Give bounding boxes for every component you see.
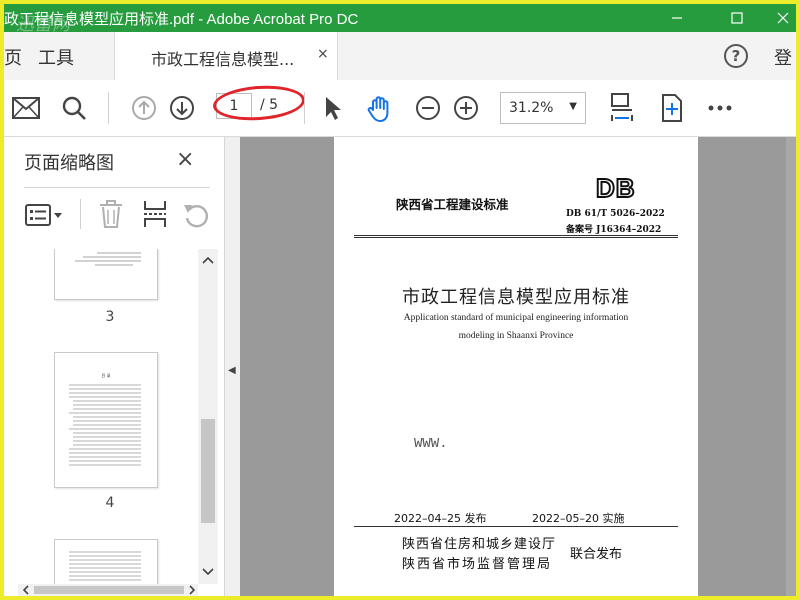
thumbnail-list: 3 目 录 4 [22,249,198,584]
issue-date: 2022–04–25 发布 [394,512,487,525]
trash-icon[interactable] [98,199,124,229]
divider [354,235,678,236]
tab-document[interactable]: 市政工程信息模型... × [114,32,338,80]
options-menu-icon[interactable] [24,201,64,229]
rotate-view-icon[interactable] [656,92,688,124]
thumbnail-hscrollbar[interactable] [18,584,198,596]
tab-close-icon[interactable]: × [317,46,329,62]
thumbnails-pane: 页面缩略图 × 3 目 录 4 [4,137,225,596]
implementation-date: 2022–05–20 实施 [532,512,625,525]
pane-toolbar [24,197,214,233]
login-button[interactable]: 登 [774,44,792,70]
mail-icon[interactable] [10,92,42,124]
next-page-icon[interactable] [166,92,198,124]
zoom-select[interactable]: 31.2% ▼ [500,92,586,124]
joint-release: 联合发布 [570,547,623,562]
toolbar: 1 / 5 31.2% ▼ [4,80,796,137]
scroll-right-icon[interactable] [186,584,198,596]
english-title-line-2: modeling in Shaanxi Province [458,331,574,341]
document-title: 市政工程信息模型应用标准 [402,287,630,308]
annotation-ellipse [211,82,307,124]
title-bar: 政工程信息模型应用标准.pdf - Adobe Acrobat Pro DC 迅… [4,4,796,34]
divider [354,237,678,238]
scroll-up-icon[interactable] [198,253,218,267]
issuer-1: 陕西省住房和城乡建设厅 [402,537,557,552]
tab-tools[interactable]: 工具 [38,44,74,70]
zoom-out-icon[interactable] [412,92,444,124]
chevron-down-icon: ▼ [569,101,577,112]
divider [24,187,210,188]
thumbnail-label: 4 [105,495,115,511]
db-logo: DB [595,172,636,204]
thumbnail-page[interactable] [54,539,158,584]
pane-title: 页面缩略图 [24,153,114,174]
select-arrow-icon[interactable] [316,92,348,124]
hscroll-thumb[interactable] [34,586,184,594]
watermark-www: WWW. [414,436,448,452]
insert-page-icon[interactable] [142,199,168,229]
collapse-pane-icon[interactable]: ◀ [228,365,236,376]
tab-home-partial[interactable]: 页 [4,44,22,70]
scroll-thumb[interactable] [201,419,215,523]
help-icon[interactable]: ? [724,44,748,68]
english-title-line-1: Application standard of municipal engine… [403,313,629,323]
prev-page-icon[interactable] [128,92,160,124]
zoom-in-icon[interactable] [450,92,482,124]
issuer-2: 陕西省市场监督管理局 [402,557,553,572]
thumbnail-label: 3 [105,309,115,325]
zoom-value: 31.2% [509,100,554,116]
standard-number: DB 61/T 5026–2022 [566,209,665,219]
tab-document-label: 市政工程信息模型... [151,50,295,69]
thumbnail-page[interactable] [54,249,158,300]
hand-icon[interactable] [364,92,396,124]
maximize-icon[interactable] [714,4,760,32]
more-icon[interactable] [704,92,736,124]
pane-close-icon[interactable]: × [176,147,194,172]
tab-bar: 页 工具 市政工程信息模型... × ? 登 [4,32,796,81]
thumbnail-scrollbar[interactable] [198,249,218,584]
minimize-icon[interactable] [654,4,700,32]
document-view[interactable]: 陕西省工程建设标准 DB DB 61/T 5026–2022 备案号 J1636… [240,137,796,596]
toolbar-separator [108,92,109,124]
toolbar-separator [304,92,305,124]
scroll-down-icon[interactable] [198,565,218,579]
pdf-page: 陕西省工程建设标准 DB DB 61/T 5026–2022 备案号 J1636… [334,137,698,596]
scroll-left-icon[interactable] [20,584,32,596]
toolbar-separator [80,199,81,229]
search-icon[interactable] [58,92,90,124]
fit-page-icon[interactable] [606,92,638,124]
pane-splitter[interactable]: ◀ [225,137,240,596]
document-scrollbar[interactable] [786,137,796,596]
divider [354,526,678,527]
rotate-icon[interactable] [182,201,210,229]
close-icon[interactable] [760,4,800,32]
thumbnail-page[interactable]: 目 录 [54,352,158,488]
record-number: 备案号 J16364–2022 [566,225,662,235]
province-standard: 陕西省工程建设标准 [396,197,509,212]
